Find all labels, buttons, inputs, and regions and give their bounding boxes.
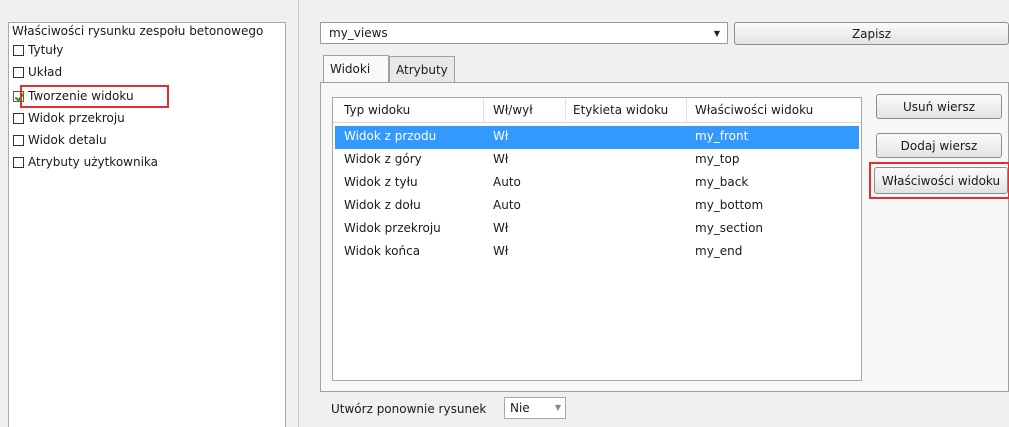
cell-view-properties: my_front [695, 129, 749, 143]
cell-view-type: Widok z dołu [344, 198, 421, 212]
tree-item-label: Widok detalu [28, 133, 107, 147]
recreate-drawing-select[interactable]: Nie ▼ [504, 397, 566, 419]
delete-row-label: Usuń wiersz [902, 99, 976, 114]
tab-label: Atrybuty [396, 62, 448, 77]
cell-view-type: Widok z tyłu [344, 175, 418, 189]
tab-views[interactable]: Widoki [323, 55, 389, 82]
cell-view-type: Widok końca [344, 244, 421, 258]
save-button[interactable]: Zapisz [734, 22, 1009, 45]
chevron-down-icon: ▼ [554, 403, 561, 412]
checkbox-detail-view[interactable] [13, 134, 24, 146]
view-properties-button[interactable]: Właściwości widoku [874, 167, 1008, 194]
tree-item-label: Widok przekroju [28, 111, 125, 125]
checkbox-layout[interactable] [13, 66, 24, 78]
tree-item-user-attributes[interactable]: Atrybuty użytkownika [13, 153, 158, 171]
tree-item-layout[interactable]: Układ [13, 63, 62, 81]
tree-item-view-creation[interactable]: Tworzenie widoku [13, 87, 134, 105]
views-table[interactable]: Typ widoku Wł/wył Etykieta widoku Właści… [332, 97, 862, 381]
table-row[interactable]: Widok z tyłu Auto my_back [335, 172, 859, 195]
checkbox-section-view[interactable] [13, 112, 24, 124]
column-header-on-off[interactable]: Wł/wył [493, 103, 533, 117]
cell-on-off: Auto [493, 175, 521, 189]
cell-on-off: Wł [493, 221, 509, 235]
table-row[interactable]: Widok z dołu Auto my_bottom [335, 195, 859, 218]
tab-attributes[interactable]: Atrybuty [389, 56, 455, 82]
view-properties-label: Właściwości widoku [881, 173, 1001, 188]
column-header-view-type[interactable]: Typ widoku [344, 103, 410, 117]
tree-item-label: Układ [28, 65, 63, 79]
tree-item-label: Tworzenie widoku [28, 89, 134, 103]
cell-view-type: Widok przekroju [344, 221, 441, 235]
saved-settings-select[interactable]: my_views ▼ [320, 22, 728, 44]
cell-view-type: Widok z przodu [344, 129, 437, 143]
table-row[interactable]: Widok z przodu Wł my_front [335, 126, 859, 149]
add-row-label: Dodaj wiersz [900, 138, 978, 153]
cell-on-off: Auto [493, 198, 521, 212]
column-separator [686, 98, 687, 123]
tree-item-label: Atrybuty użytkownika [28, 155, 159, 169]
column-header-view-label[interactable]: Etykieta widoku [573, 103, 668, 117]
tree-item-section-view[interactable]: Widok przekroju [13, 109, 125, 127]
checkbox-titles[interactable] [13, 44, 24, 56]
recreate-drawing-label: Utwórz ponownie rysunek [331, 402, 487, 416]
cell-on-off: Wł [493, 152, 509, 166]
chevron-down-icon: ▼ [713, 28, 721, 38]
tree-item-titles[interactable]: Tytuły [13, 41, 63, 59]
tree-item-detail-view[interactable]: Widok detalu [13, 131, 107, 149]
column-separator [565, 98, 566, 123]
save-button-label: Zapisz [851, 26, 892, 41]
table-header: Typ widoku Wł/wył Etykieta widoku Właści… [333, 98, 861, 123]
checkbox-user-attributes[interactable] [13, 156, 24, 168]
table-row[interactable]: Widok przekroju Wł my_section [335, 218, 859, 241]
cell-on-off: Wł [493, 244, 509, 258]
column-separator [483, 98, 484, 123]
tree-root-label: Właściwości rysunku zespołu betonowego [12, 24, 264, 38]
table-row[interactable]: Widok końca Wł my_end [335, 241, 859, 264]
cell-view-properties: my_top [695, 152, 740, 166]
recreate-drawing-value: Nie [510, 401, 530, 415]
cell-view-properties: my_end [695, 244, 743, 258]
tab-label: Widoki [330, 62, 371, 76]
panel-divider [298, 0, 299, 427]
views-tab-panel: Typ widoku Wł/wył Etykieta widoku Właści… [320, 82, 1009, 392]
tree-item-label: Tytuły [28, 43, 64, 57]
table-row[interactable]: Widok z góry Wł my_top [335, 149, 859, 172]
cell-on-off: Wł [493, 129, 509, 143]
checkbox-view-creation[interactable] [13, 90, 24, 102]
cell-view-type: Widok z góry [344, 152, 422, 166]
cell-view-properties: my_back [695, 175, 749, 189]
cell-view-properties: my_section [695, 221, 764, 235]
column-header-view-properties[interactable]: Właściwości widoku [695, 103, 813, 117]
saved-settings-value: my_views [329, 26, 388, 40]
properties-tree: Właściwości rysunku zespołu betonowego T… [8, 22, 286, 427]
add-row-button[interactable]: Dodaj wiersz [876, 133, 1002, 158]
delete-row-button[interactable]: Usuń wiersz [876, 94, 1002, 119]
cell-view-properties: my_bottom [695, 198, 764, 212]
